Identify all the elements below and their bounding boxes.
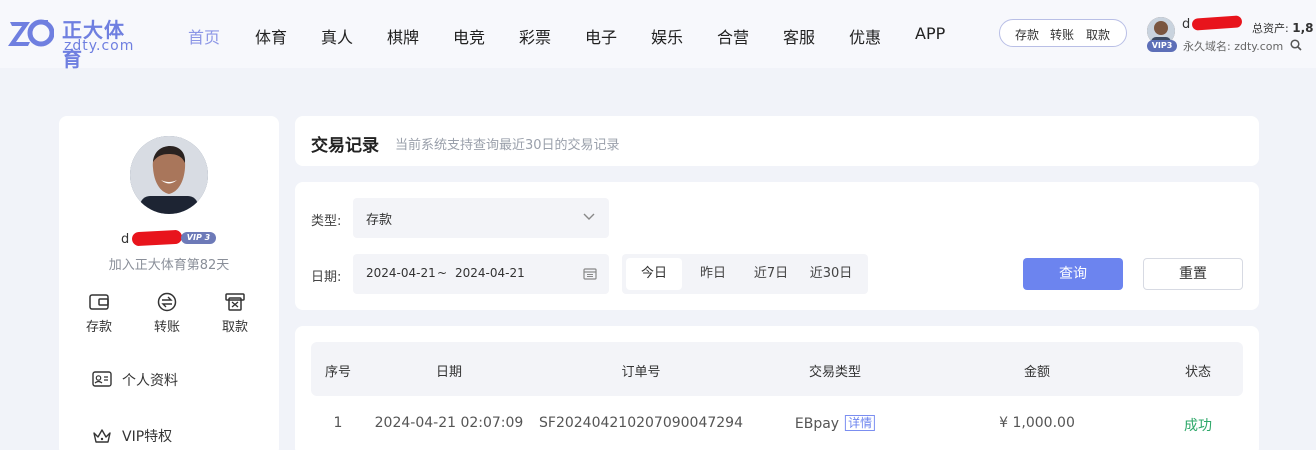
total-assets: 总资产: 1,8 — [1252, 20, 1313, 36]
page-title-card: 交易记录 当前系统支持查询最近30日的交易记录 — [295, 116, 1259, 166]
page-subtitle: 当前系统支持查询最近30日的交易记录 — [395, 138, 620, 153]
top-header: 正大体育 zdty.com 首页 体育 真人 棋牌 电竞 彩票 电子 娱乐 合营… — [0, 0, 1316, 71]
join-days: 加入正大体育第82天 — [108, 258, 230, 273]
logo-mark-icon — [8, 19, 54, 47]
vip-badge: VIP3 — [1147, 40, 1177, 52]
transaction-table: 序号 日期 订单号 交易类型 金额 状态 1 2024-04-21 02:07:… — [295, 326, 1259, 450]
col-type: 交易类型 — [808, 365, 862, 380]
redaction-mark — [1191, 15, 1243, 31]
page-title: 交易记录 — [311, 136, 379, 156]
calendar-icon — [583, 268, 597, 280]
nav-promotions[interactable]: 优惠 — [849, 24, 881, 48]
detail-link[interactable]: 详情 — [845, 415, 876, 431]
range-today[interactable]: 今日 — [626, 258, 682, 290]
quick-actions: 存款 转账 取款 — [999, 19, 1127, 47]
col-status: 状态 — [1184, 365, 1212, 380]
total-assets-value: 1,8 — [1292, 21, 1314, 35]
date-start: 2024-04-21 — [366, 266, 436, 280]
reset-button[interactable]: 重置 — [1143, 258, 1243, 290]
type-label: 类型: — [311, 214, 342, 229]
withdraw-icon — [225, 293, 245, 311]
row-type: EBpay 详情 — [794, 415, 876, 432]
table-header: 序号 日期 订单号 交易类型 金额 状态 — [311, 342, 1243, 396]
site-logo[interactable]: 正大体育 zdty.com — [8, 12, 138, 71]
profile-photo-icon — [130, 136, 208, 214]
withdraw-button[interactable]: 取款 — [213, 292, 257, 335]
transfer-label: 转账 — [153, 320, 180, 335]
total-assets-label: 总资产: — [1252, 22, 1289, 35]
row-index: 1 — [333, 415, 343, 431]
nav-sports[interactable]: 体育 — [255, 24, 287, 48]
transfer-icon — [157, 292, 177, 312]
quick-transfer-button[interactable]: 转账 — [1050, 26, 1074, 43]
filter-panel: 类型: 存款 日期: 2024-04-21 ~ 2024-04-21 今日 昨日… — [295, 182, 1259, 310]
date-label: 日期: — [311, 270, 342, 285]
col-amount: 金额 — [1023, 365, 1051, 380]
deposit-label: 存款 — [85, 320, 112, 335]
nav-partner[interactable]: 合营 — [717, 24, 749, 48]
logo-text-en: zdty.com — [64, 38, 135, 54]
range-yesterday[interactable]: 昨日 — [684, 258, 742, 290]
query-button[interactable]: 查询 — [1023, 258, 1123, 290]
nav-support[interactable]: 客服 — [783, 24, 815, 48]
nav-slots[interactable]: 电子 — [585, 24, 617, 48]
transfer-button[interactable]: 转账 — [145, 292, 189, 335]
row-amount: ¥ 1,000.00 — [999, 415, 1075, 431]
chevron-down-icon — [583, 213, 595, 220]
nav-home[interactable]: 首页 — [188, 24, 220, 48]
profile-panel: d VIP 3 加入正大体育第82天 存款 转账 取款 个人资料 VIP特权 — [59, 116, 279, 450]
wallet-icon — [89, 294, 109, 310]
range-7-days[interactable]: 近7日 — [742, 258, 800, 290]
menu-profile-label: 个人资料 — [122, 373, 178, 389]
date-range-picker[interactable]: 2024-04-21 ~ 2024-04-21 — [353, 254, 609, 294]
row-order-no: SF202404210207090047294 — [539, 415, 743, 431]
profile-vip-badge: VIP 3 — [181, 232, 216, 244]
row-date: 2024-04-21 02:07:09 — [374, 415, 524, 431]
nav-entertainment[interactable]: 娱乐 — [651, 24, 683, 48]
profile-username: d — [121, 232, 130, 247]
row-type-value: EBpay — [794, 416, 840, 432]
quick-deposit-button[interactable]: 存款 — [1015, 26, 1039, 43]
nav-esports[interactable]: 电竞 — [453, 24, 485, 48]
username: d — [1182, 17, 1191, 32]
range-30-days[interactable]: 近30日 — [800, 258, 862, 290]
redaction-mark — [131, 229, 183, 247]
date-separator: ~ — [437, 266, 448, 280]
permanent-domain: 永久域名: zdty.com — [1183, 40, 1284, 53]
date-end: 2024-04-21 — [455, 266, 525, 280]
nav-live[interactable]: 真人 — [321, 24, 353, 48]
col-index: 序号 — [324, 365, 352, 380]
date-range-shortcuts: 今日 昨日 近7日 近30日 — [622, 254, 868, 294]
row-status: 成功 — [1184, 418, 1212, 434]
profile-avatar — [130, 136, 208, 214]
nav-app[interactable]: APP — [915, 24, 945, 43]
deposit-button[interactable]: 存款 — [77, 292, 121, 335]
nav-chess[interactable]: 棋牌 — [387, 24, 419, 48]
type-select-value: 存款 — [366, 213, 393, 228]
id-card-icon — [92, 371, 112, 387]
withdraw-label: 取款 — [221, 320, 248, 335]
crown-icon — [93, 429, 111, 443]
nav-lottery[interactable]: 彩票 — [519, 24, 551, 48]
col-date: 日期 — [435, 365, 463, 380]
type-select[interactable]: 存款 — [353, 198, 609, 238]
quick-withdraw-button[interactable]: 取款 — [1086, 26, 1110, 43]
col-order-no: 订单号 — [621, 365, 661, 380]
menu-vip-label: VIP特权 — [122, 429, 173, 445]
search-icon[interactable] — [1290, 39, 1302, 51]
